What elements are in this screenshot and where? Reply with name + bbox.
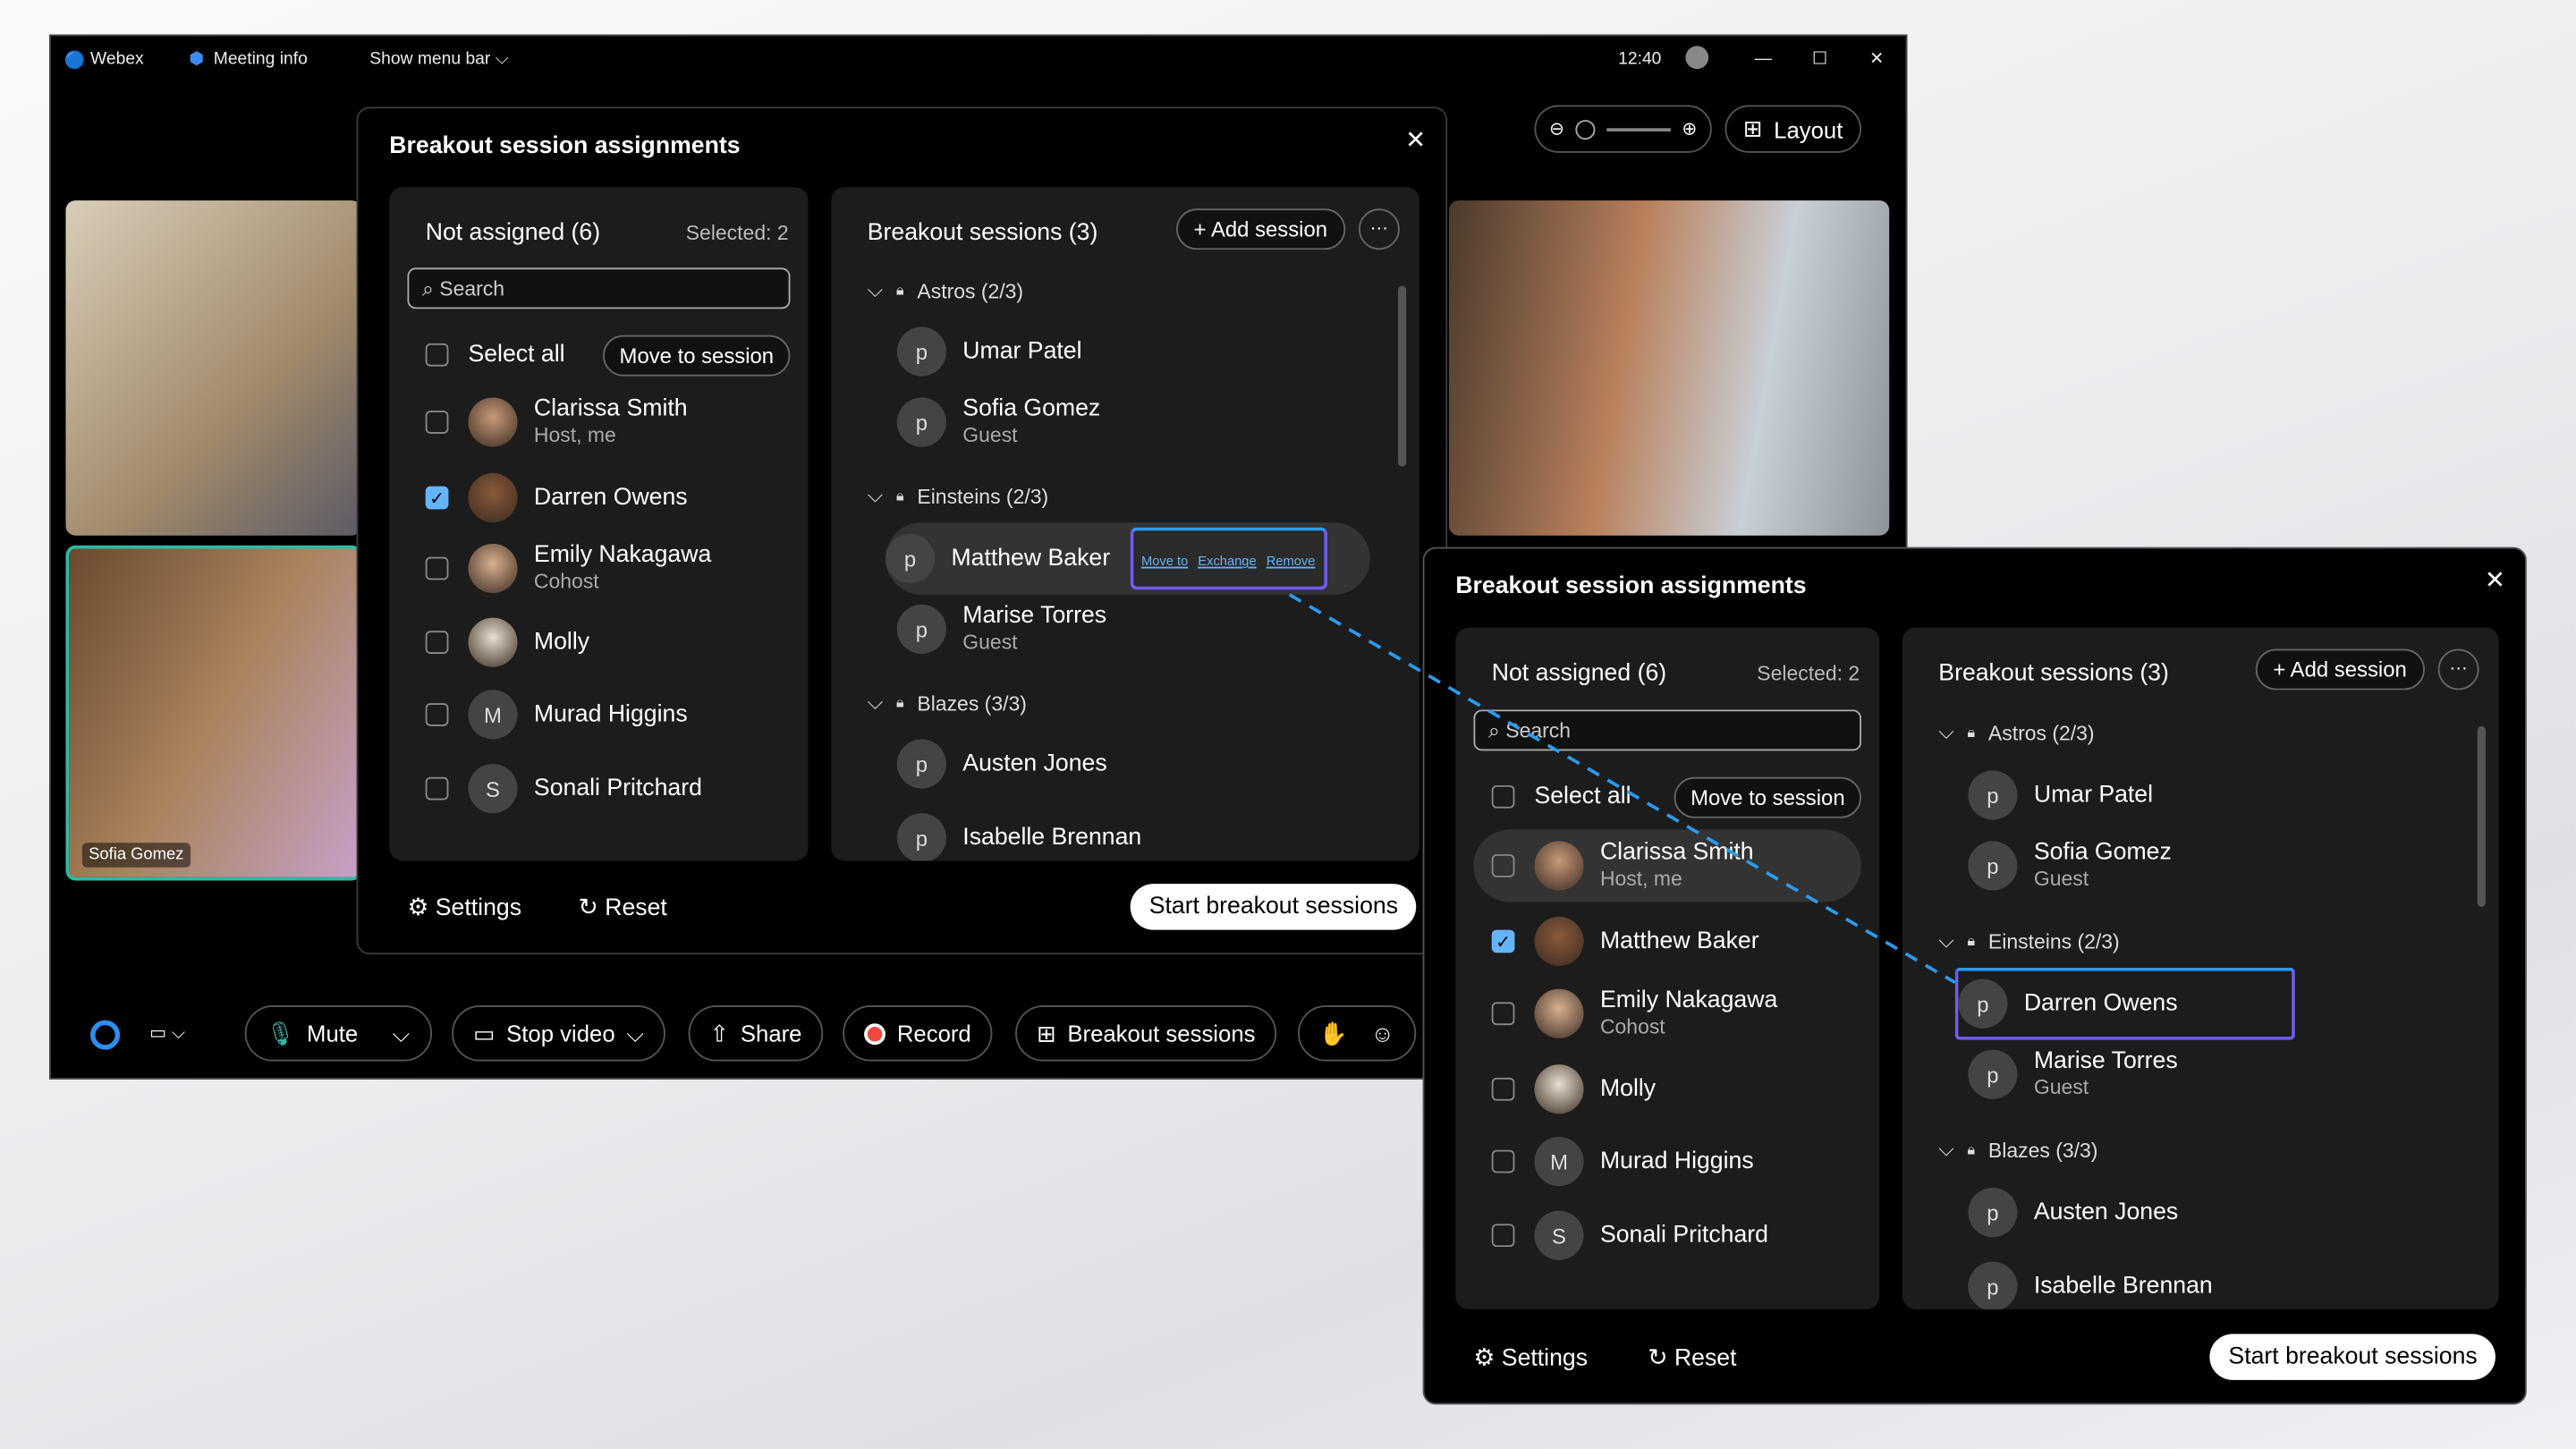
drag-path-overlay	[1288, 593, 1956, 984]
drag-path-line	[1288, 593, 1956, 984]
